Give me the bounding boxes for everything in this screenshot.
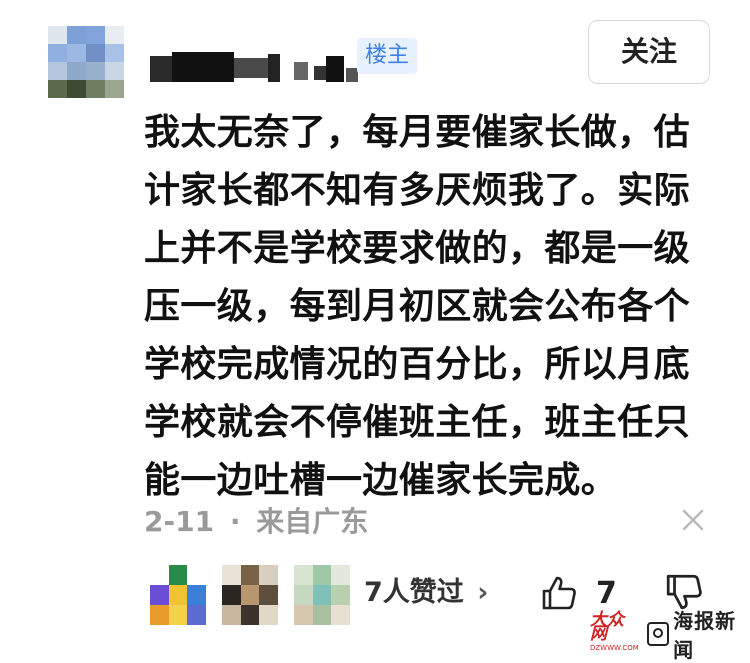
comment-line: 学校就会不停催班主任，班主任只	[144, 402, 691, 443]
post-meta: 2-11 · 来自广东	[144, 502, 368, 542]
comment-line: 上并不是学校要求做的，都是一级	[144, 228, 691, 269]
likers-text: 7人赞过	[364, 577, 464, 608]
op-badge: 楼主	[357, 38, 417, 74]
watermark-logo: 大众网 DZWWW.COM	[590, 610, 639, 655]
comment-text: 我太无奈了，每月要催家长做，估 计家长都不知有多厌烦我了。实际 上并不是学校要求…	[144, 104, 724, 510]
username-redacted	[150, 44, 360, 84]
post-location: 来自广东	[256, 505, 369, 538]
meta-separator: ·	[229, 505, 241, 538]
watermark-logo-sub: DZWWW.COM	[590, 644, 639, 652]
watermark-logo-text: 大众网	[590, 610, 624, 644]
author-avatar[interactable]	[48, 26, 124, 98]
comment-line: 我太无奈了，每月要催家长做，估	[144, 112, 691, 153]
haibao-logo-icon	[646, 622, 670, 646]
liker-avatar[interactable]	[294, 565, 350, 625]
watermark: 大众网 DZWWW.COM 海报新闻	[590, 609, 750, 662]
comment-line: 压一级，每到月初区就会公布各个	[144, 286, 691, 327]
dismiss-button[interactable]	[676, 503, 710, 537]
post-date: 2-11	[144, 505, 215, 538]
thumbs-up-icon	[542, 576, 576, 610]
like-count: 7	[596, 575, 617, 611]
likers-link[interactable]: 7人赞过 ›	[364, 570, 488, 616]
watermark-brand: 海报新闻	[673, 609, 737, 662]
follow-button[interactable]: 关注	[588, 20, 710, 84]
comment-line: 计家长都不知有多厌烦我了。实际	[144, 170, 691, 211]
comment-line: 学校完成情况的百分比，所以月底	[144, 344, 691, 385]
close-icon	[682, 509, 704, 531]
liker-avatar[interactable]	[150, 565, 206, 625]
liker-avatar[interactable]	[222, 565, 278, 625]
chevron-right-icon: ›	[477, 577, 489, 608]
